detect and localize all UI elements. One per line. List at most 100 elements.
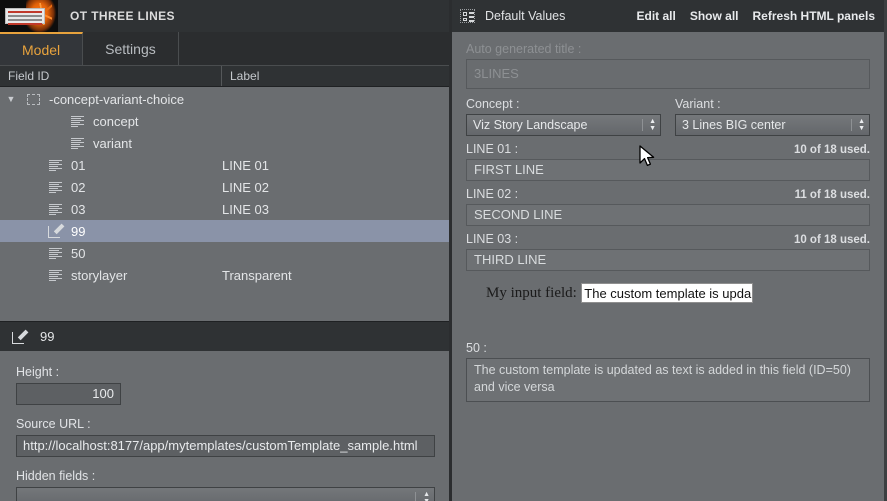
tree-row[interactable]: variant <box>0 132 449 154</box>
application-window: OT THREE LINES Model Settings Field ID L… <box>0 0 887 501</box>
select-divider <box>851 119 852 131</box>
height-label: Height : <box>16 365 60 379</box>
tree-row-id-cell: concept <box>0 114 222 129</box>
show-all-button[interactable]: Show all <box>690 9 739 23</box>
spinner-arrows-icon[interactable]: ▲▼ <box>649 115 656 135</box>
tree-row-id-text: 03 <box>71 201 86 217</box>
detail-panel-title: 99 <box>40 329 55 344</box>
lines-icon <box>66 115 88 127</box>
spinner-arrows-icon[interactable]: ▲▼ <box>858 115 865 135</box>
tab-filler <box>178 32 449 65</box>
edit-icon <box>44 223 66 238</box>
tree-row-label-cell: LINE 01 <box>222 157 269 173</box>
tree-row-id-cell: ▼ -concept-variant-choice <box>0 92 222 107</box>
tree-row-id-cell: storylayer <box>0 268 222 283</box>
tree-row-id-text: concept <box>93 113 139 129</box>
source-url-input[interactable]: http://localhost:8177/app/mytemplates/cu… <box>16 435 435 457</box>
tree-row-id-cell: 02 <box>0 180 222 195</box>
tree-row-id-text: 50 <box>71 245 86 261</box>
hidden-fields-select[interactable]: ▲▼ <box>16 487 435 501</box>
spinner-arrows-icon[interactable]: ▲▼ <box>423 488 430 501</box>
concept-select-value: Viz Story Landscape <box>473 118 588 132</box>
tab-bar: Model Settings <box>0 32 449 66</box>
tree-row[interactable]: 50 <box>0 242 449 264</box>
lines-icon <box>44 181 66 193</box>
tree-row-label-cell: LINE 02 <box>222 179 269 195</box>
tree-row-id-text: -concept-variant-choice <box>49 91 185 107</box>
field-tree[interactable]: ▼ -concept-variant-choice concept variant 01… <box>0 87 449 321</box>
my-input-field-label: My input field: <box>486 285 577 302</box>
template-title-bar: OT THREE LINES <box>0 0 449 32</box>
lines-icon <box>44 159 66 171</box>
column-header-label[interactable]: Label <box>222 66 449 86</box>
lines-icon <box>66 137 88 149</box>
tree-row[interactable]: 99 <box>0 220 449 242</box>
tree-row-id-cell: variant <box>0 136 222 151</box>
detail-panel-body: Height : 100 Source URL : http://localho… <box>0 351 449 501</box>
tree-row-id-text: 02 <box>71 179 86 195</box>
line-02-counter: 11 of 18 used. <box>794 189 870 201</box>
line-03-label: LINE 03 : <box>466 232 519 246</box>
tree-row[interactable]: 02 LINE 02 <box>0 176 449 198</box>
panels-icon <box>460 9 475 23</box>
line-03-counter: 10 of 18 used. <box>793 234 870 246</box>
tree-row-id-cell: 01 <box>0 158 222 173</box>
template-thumbnail-icon <box>0 0 58 32</box>
tree-row-id-text: 01 <box>71 157 86 173</box>
auto-generated-title-input: 3LINES <box>466 59 870 89</box>
tree-row-id-text: storylayer <box>71 267 128 283</box>
my-input-field-input[interactable]: The custom template is upda <box>581 283 754 303</box>
tree-row[interactable]: ▼ -concept-variant-choice <box>0 88 449 110</box>
tree-row-id-cell: 50 <box>0 246 222 261</box>
page-title: OT THREE LINES <box>70 9 175 23</box>
height-input[interactable]: 100 <box>16 383 121 405</box>
auto-generated-title-label: Auto generated title : <box>466 42 582 56</box>
dashed-box-icon <box>22 93 44 105</box>
line-01-counter: 10 of 18 used. <box>793 144 870 156</box>
line-02-input[interactable]: SECOND LINE <box>466 204 870 226</box>
concept-label: Concept : <box>466 97 520 111</box>
source-url-label: Source URL : <box>16 417 91 431</box>
chevron-down-icon[interactable]: ▼ <box>0 94 22 104</box>
select-divider <box>642 119 643 131</box>
line-02-row-header: LINE 02 : 11 of 18 used. <box>466 187 870 204</box>
tree-row-label-cell: Transparent <box>222 267 292 283</box>
refresh-html-panels-button[interactable]: Refresh HTML panels <box>753 9 875 23</box>
variant-select[interactable]: 3 Lines BIG center ▲ ▼ <box>675 114 870 136</box>
tree-row-id-text: 99 <box>71 223 86 239</box>
custom-html-panel: My input field: The custom template is u… <box>466 271 870 341</box>
tree-row[interactable]: storylayer Transparent <box>0 264 449 286</box>
variant-label: Variant : <box>675 97 721 111</box>
right-pane: Default Values Edit all Show all Refresh… <box>452 0 884 501</box>
line-01-row-header: LINE 01 : 10 of 18 used. <box>466 142 870 159</box>
lines-icon <box>44 247 66 259</box>
tree-row-label-cell: LINE 03 <box>222 201 269 217</box>
tree-column-header: Field ID Label <box>0 66 449 87</box>
line-03-input[interactable]: THIRD LINE <box>466 249 870 271</box>
tree-row[interactable]: 03 LINE 03 <box>0 198 449 220</box>
line-01-input[interactable]: FIRST LINE <box>466 159 870 181</box>
tree-row-id-cell: 03 <box>0 202 222 217</box>
header-actions: Edit all Show all Refresh HTML panels <box>636 9 875 23</box>
edit-icon <box>8 329 30 344</box>
tree-row[interactable]: concept <box>0 110 449 132</box>
column-header-field-id[interactable]: Field ID <box>0 66 222 86</box>
lines-icon <box>44 203 66 215</box>
concept-select[interactable]: Viz Story Landscape ▲ ▼ <box>466 114 661 136</box>
tree-row-id-cell: 99 <box>0 224 222 239</box>
default-values-header: Default Values Edit all Show all Refresh… <box>452 0 884 32</box>
tab-settings[interactable]: Settings <box>83 32 179 65</box>
detail-panel-header: 99 <box>0 321 449 351</box>
variant-select-value: 3 Lines BIG center <box>682 118 786 132</box>
field-50-label: 50 : <box>466 341 487 355</box>
tab-model[interactable]: Model <box>0 32 84 65</box>
default-values-body: Auto generated title : 3LINES Concept : … <box>452 32 884 501</box>
field-50-textarea[interactable]: The custom template is updated as text i… <box>466 358 870 402</box>
line-01-label: LINE 01 : <box>466 142 519 156</box>
edit-all-button[interactable]: Edit all <box>636 9 675 23</box>
hidden-fields-label: Hidden fields : <box>16 469 96 483</box>
default-values-title: Default Values <box>485 9 566 23</box>
tree-row[interactable]: 01 LINE 01 <box>0 154 449 176</box>
line-02-label: LINE 02 : <box>466 187 519 201</box>
lines-icon <box>44 269 66 281</box>
